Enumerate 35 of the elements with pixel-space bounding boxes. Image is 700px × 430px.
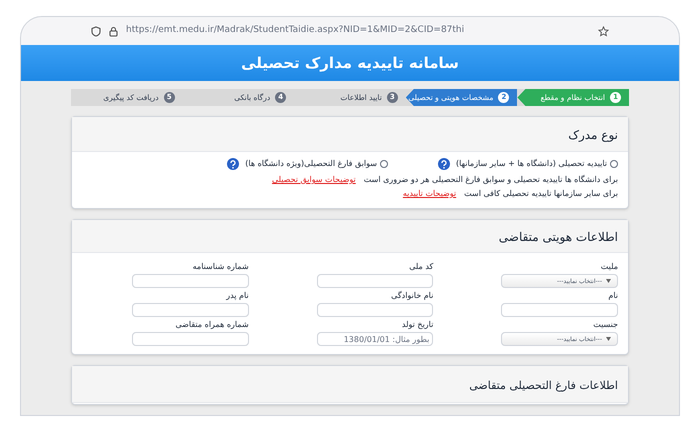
input-field[interactable] <box>132 274 249 288</box>
shield-icon[interactable] <box>91 26 101 36</box>
lock-icon <box>109 26 118 36</box>
note-text: برای سایر سازمانها تاییدیه تحصیلی کافی است <box>464 188 618 200</box>
field-label: نام پدر <box>224 290 249 302</box>
input-field[interactable] <box>501 303 618 317</box>
field-label: جنسیت <box>592 319 618 331</box>
radio-button[interactable] <box>610 160 618 168</box>
field-label: شماره شناسنامه <box>192 261 249 273</box>
input-field[interactable]: بطور مثال: 1380/01/01 <box>316 332 434 346</box>
caret-icon <box>606 337 611 341</box>
section-title: نوع مدرک <box>568 128 618 142</box>
input-field[interactable] <box>316 303 434 317</box>
radio-button[interactable] <box>380 160 388 168</box>
input-field[interactable] <box>132 332 249 346</box>
field-label: نام <box>607 290 618 302</box>
caret-icon <box>606 279 611 283</box>
details-link[interactable]: توضیحات تاییدیه <box>402 188 456 200</box>
section-title: اطلاعات هویتی متقاضی <box>498 230 618 244</box>
option-label: تاییدیه تحصیلی (دانشگاه ها + سایر سازمانها) <box>456 158 607 170</box>
input-field[interactable] <box>316 274 434 288</box>
field-label: نام خانوادگی <box>390 290 434 302</box>
note-text: برای دانشگاه ها تاییدیه تحصیلی و سوابق فارغ التحصیلی هر دو ضروری است <box>364 174 618 186</box>
page-title: سامانه تاییدیه مدارک تحصیلی <box>241 52 459 74</box>
field-label: تاریخ تولد <box>400 319 434 331</box>
input-field[interactable] <box>132 303 249 317</box>
field-label: کد ملی <box>408 261 434 273</box>
details-link[interactable]: توضیحات سوابق تحصیلی <box>272 174 356 186</box>
option-label: سوابق فارغ التحصیلی(ویژه دانشگاه ها) <box>245 158 377 170</box>
help-icon[interactable] <box>438 158 450 170</box>
help-icon[interactable] <box>227 158 240 170</box>
field-label: شماره همراه متقاضی <box>174 319 249 331</box>
star-icon[interactable] <box>598 26 609 36</box>
section-title: اطلاعات فارغ التحصیلی متقاضی <box>469 379 618 392</box>
field-label: ملیت <box>600 261 618 273</box>
